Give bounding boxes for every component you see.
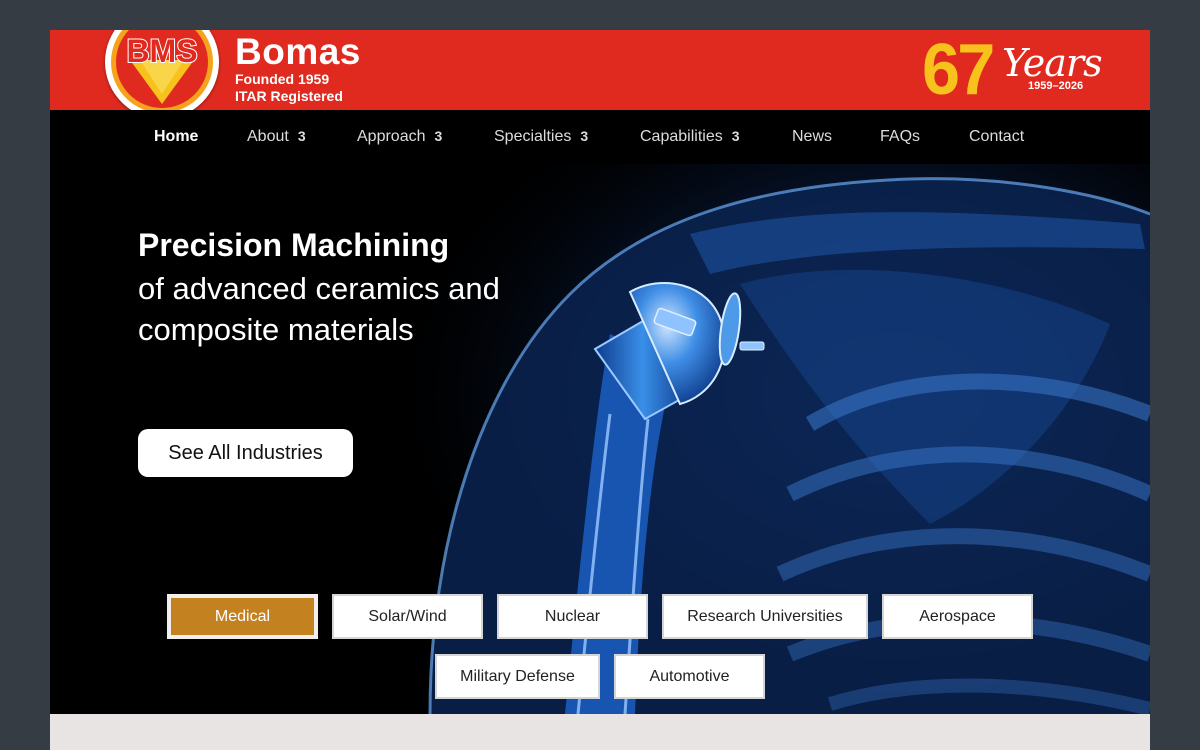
itar-text: ITAR Registered: [235, 88, 343, 104]
nav-label: Home: [154, 128, 199, 145]
content-band: [50, 714, 1150, 750]
site-container: BMS Bomas Founded 1959 ITAR Registered 6…: [50, 30, 1150, 750]
nav-about[interactable]: About 3: [247, 128, 306, 146]
nav-label: About: [247, 128, 289, 145]
nav-label: Capabilities: [640, 128, 723, 145]
nav-news[interactable]: News: [792, 128, 832, 146]
industry-tab-medical[interactable]: Medical: [167, 594, 318, 639]
nav-home[interactable]: Home: [154, 128, 198, 146]
nav-capabilities[interactable]: Capabilities 3: [640, 128, 740, 146]
see-all-industries-button[interactable]: See All Industries: [138, 429, 353, 477]
logo-text: BMS: [126, 33, 197, 69]
logo-emblem: BMS: [111, 30, 213, 113]
industry-tab-solar-wind[interactable]: Solar/Wind: [332, 594, 483, 639]
industry-tab-research-universities[interactable]: Research Universities: [662, 594, 868, 639]
dropdown-caret-icon: 3: [580, 128, 589, 144]
anniversary-number: 67: [922, 30, 995, 110]
industry-tab-aerospace[interactable]: Aerospace: [882, 594, 1033, 639]
main-nav: Home About 3 Approach 3 Specialties 3 Capab…: [50, 110, 1150, 164]
site-header: BMS Bomas Founded 1959 ITAR Registered 6…: [50, 30, 1150, 119]
dropdown-caret-icon: 3: [731, 128, 740, 144]
industry-tab-automotive[interactable]: Automotive: [614, 654, 765, 699]
nav-approach[interactable]: Approach 3: [357, 128, 442, 146]
hero-banner: Precision Machining of advanced ceramics…: [50, 164, 1150, 714]
nav-specialties[interactable]: Specialties 3: [494, 128, 588, 146]
bomas-logo[interactable]: BMS: [105, 30, 219, 119]
nav-label: Specialties: [494, 128, 572, 145]
nav-label: FAQs: [880, 128, 921, 145]
nav-label: Contact: [969, 128, 1025, 145]
hero-subtitle: of advanced ceramics and composite mater…: [138, 271, 500, 347]
brand-name[interactable]: Bomas: [235, 31, 361, 73]
nav-contact[interactable]: Contact: [969, 128, 1024, 146]
industry-tab-military-defense[interactable]: Military Defense: [435, 654, 600, 699]
hero-title: Precision Machining: [138, 227, 450, 263]
anniversary-range: 1959–2026: [1028, 80, 1084, 92]
dropdown-caret-icon: 3: [297, 128, 306, 144]
founded-text: Founded 1959: [235, 71, 330, 87]
anniversary-word: Years: [1002, 41, 1103, 85]
nav-label: News: [792, 128, 833, 145]
industry-tab-nuclear[interactable]: Nuclear: [497, 594, 648, 639]
dropdown-caret-icon: 3: [434, 128, 443, 144]
nav-label: Approach: [357, 128, 426, 145]
nav-faqs[interactable]: FAQs: [880, 128, 920, 146]
